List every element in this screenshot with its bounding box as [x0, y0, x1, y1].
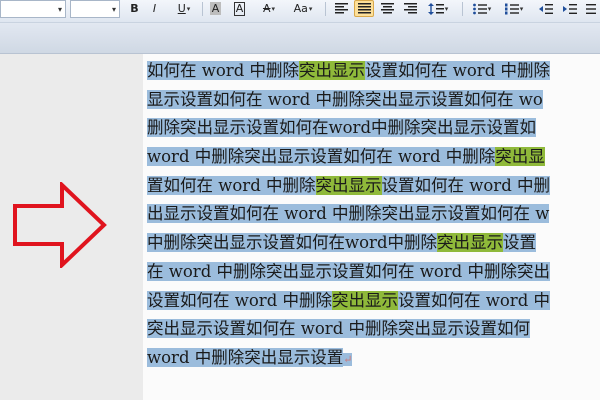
align-justify-icon	[357, 3, 371, 14]
selected-text: 显示设置如何在 word 中删除突出显示设置如何在 wo	[147, 89, 543, 109]
chevron-down-icon: ▾	[519, 4, 524, 13]
document-line[interactable]: word 中删除突出显示设置如何在 word 中删除突出显	[147, 143, 600, 172]
numbering-button[interactable]: ▾	[500, 0, 528, 17]
chevron-down-icon: ▾	[444, 4, 449, 13]
paragraph-mark-icon: ↵	[343, 352, 353, 366]
change-case-label: Aa	[293, 2, 308, 15]
highlighted-text: 突出显示	[299, 61, 365, 80]
document-line[interactable]: 如何在 word 中删除突出显示设置如何在 word 中删除	[147, 57, 600, 86]
highlighted-text: 突出显示	[437, 233, 504, 253]
align-right-button[interactable]	[400, 0, 420, 17]
right-arrow-icon	[13, 182, 107, 268]
italic-button[interactable]: I	[146, 0, 163, 17]
align-right-icon	[403, 3, 417, 14]
toolbar-divider	[202, 2, 203, 16]
increase-indent-button[interactable]	[560, 0, 580, 17]
document-line[interactable]: 在 word 中删除突出显示设置如何在 word 中删除突出	[147, 258, 600, 287]
document-line[interactable]: 突出显示设置如何在 word 中删除突出显示设置如何	[147, 315, 600, 344]
selected-text: 突出显示设置如何在 word 中删除突出显示设置如何	[147, 319, 530, 339]
selected-text: 置如何在 word 中删除	[147, 175, 316, 195]
document-line[interactable]: 中删除突出显示设置如何在word中删除突出显示设置	[147, 229, 600, 258]
underline-button[interactable]: U ▾	[172, 0, 196, 17]
chinese-layout-icon	[586, 3, 596, 14]
selected-text: 中删除突出显示设置如何在word中删除	[147, 233, 438, 253]
selected-text: 设置如何在 word 中	[398, 290, 550, 310]
chevron-down-icon: ▾	[111, 5, 116, 14]
document-line[interactable]: 显示设置如何在 word 中删除突出显示设置如何在 wo	[147, 86, 600, 115]
chevron-down-icon: ▾	[186, 4, 191, 13]
font-name-dropdown[interactable]: ▾	[0, 0, 66, 18]
font-size-dropdown[interactable]: ▾	[70, 0, 120, 18]
selected-text: word 中删除突出显示设置如何在 word 中删除	[147, 147, 496, 167]
selected-text: 如何在 word 中删除	[147, 61, 299, 80]
selected-text: word 中删除突出显示设置	[147, 347, 344, 367]
highlighted-text: 突出显	[495, 147, 545, 167]
document-line[interactable]: 置如何在 word 中删除突出显示设置如何在 word 中删	[147, 172, 600, 201]
selected-text: 设置	[503, 233, 537, 253]
bullets-button[interactable]: ▾	[468, 0, 496, 17]
char-shading-button[interactable]: A	[207, 0, 224, 17]
decrease-indent-icon	[539, 3, 553, 14]
document-line[interactable]: 设置如何在 word 中删除突出显示设置如何在 word 中	[147, 287, 600, 316]
highlighted-text: 突出显示	[315, 175, 382, 195]
selected-text: 设置如何在 word 中删除	[365, 61, 550, 80]
decrease-indent-button[interactable]	[536, 0, 556, 17]
bullet-list-icon	[472, 3, 487, 14]
toolbar-divider	[325, 2, 326, 16]
char-border-button[interactable]: A	[231, 0, 248, 17]
selected-text: 删除突出显示设置如何在word中删除突出显示设置如	[147, 118, 537, 138]
clear-format-label: A	[262, 2, 271, 15]
selected-text: 设置如何在 word 中删除	[147, 290, 332, 310]
selected-text: 出显示设置如何在 word 中删除突出显示设置如何在 w	[147, 204, 550, 224]
change-case-button[interactable]: Aa ▾	[288, 0, 318, 17]
align-left-button[interactable]	[331, 0, 351, 17]
chevron-down-icon: ▾	[308, 4, 313, 13]
document-line[interactable]: 删除突出显示设置如何在word中删除突出显示设置如	[147, 114, 600, 143]
ribbon-group-strip	[0, 23, 600, 54]
align-center-icon	[380, 3, 394, 14]
char-border-label: A	[233, 1, 246, 16]
ribbon-toolbar: ▾ ▾ B I U ▾ A A A ▾ Aa ▾ ▾ ▾ ▾	[0, 0, 600, 23]
chevron-down-icon: ▾	[487, 4, 492, 13]
highlighted-text: 突出显示	[332, 290, 398, 310]
document-line[interactable]: 出显示设置如何在 word 中删除突出显示设置如何在 w	[147, 200, 600, 229]
line-spacing-icon	[427, 2, 444, 15]
align-justify-button[interactable]	[354, 0, 374, 17]
chinese-layout-button[interactable]	[584, 0, 600, 17]
chevron-down-icon: ▾	[57, 5, 62, 14]
selected-text: 设置如何在 word 中删	[381, 175, 550, 195]
increase-indent-icon	[563, 3, 577, 14]
selected-text: 在 word 中删除突出显示设置如何在 word 中删除突出	[147, 261, 550, 281]
align-left-icon	[334, 3, 348, 14]
bold-button[interactable]: B	[126, 0, 143, 17]
toolbar-divider	[462, 2, 463, 16]
char-shading-label: A	[209, 2, 222, 15]
underline-label: U	[177, 2, 186, 15]
line-spacing-button[interactable]: ▾	[424, 0, 452, 17]
align-center-button[interactable]	[377, 0, 397, 17]
numbered-list-icon	[504, 3, 519, 14]
clear-format-button[interactable]: A ▾	[256, 0, 282, 17]
chevron-down-icon: ▾	[271, 4, 276, 13]
document-line[interactable]: word 中删除突出显示设置↵	[147, 344, 600, 373]
selected-paragraph[interactable]: 如何在 word 中删除突出显示设置如何在 word 中删除 显示设置如何在 wo…	[147, 57, 600, 373]
